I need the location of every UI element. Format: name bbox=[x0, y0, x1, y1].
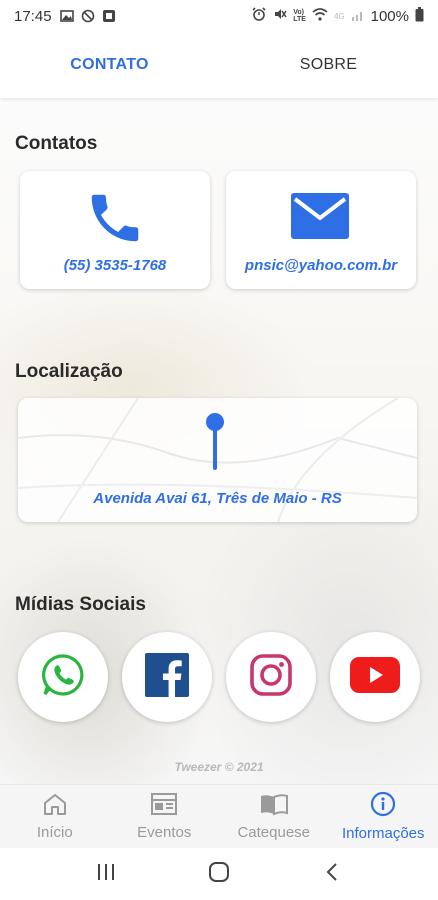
facebook-button[interactable] bbox=[122, 632, 212, 722]
network-label: 4G bbox=[333, 11, 345, 21]
instagram-icon bbox=[249, 653, 293, 702]
home-icon bbox=[42, 792, 68, 824]
gallery-icon bbox=[59, 9, 74, 23]
signal-icon bbox=[351, 8, 365, 25]
nav-catequese-label: Catequese bbox=[237, 824, 311, 841]
mute-icon bbox=[273, 7, 287, 25]
home-button[interactable] bbox=[199, 854, 239, 894]
tab-contato[interactable]: CONTATO bbox=[0, 32, 219, 98]
block-icon bbox=[81, 9, 95, 23]
nav-catequese[interactable]: Catequese bbox=[219, 785, 329, 848]
nav-informacoes[interactable]: Informações bbox=[329, 785, 438, 848]
mail-icon bbox=[289, 191, 351, 246]
tab-sobre[interactable]: SOBRE bbox=[219, 32, 438, 98]
alarm-icon bbox=[251, 7, 267, 25]
calendar-icon bbox=[150, 792, 178, 824]
email-address[interactable]: pnsic@yahoo.com.br bbox=[226, 257, 416, 274]
phone-card[interactable]: (55) 3535-1768 bbox=[20, 171, 210, 289]
phone-number[interactable]: (55) 3535-1768 bbox=[20, 257, 210, 274]
whatsapp-button[interactable] bbox=[18, 632, 108, 722]
top-tabs: CONTATO SOBRE bbox=[0, 32, 438, 98]
nav-informacoes-label: Informações bbox=[341, 825, 425, 842]
bottom-navigation: Início Eventos Catequese Informações bbox=[0, 784, 438, 848]
back-arrow-icon bbox=[325, 862, 339, 887]
info-icon bbox=[370, 791, 396, 825]
system-navigation bbox=[0, 848, 438, 900]
recent-apps-icon bbox=[96, 863, 116, 886]
youtube-icon bbox=[350, 656, 400, 698]
location-title: Localização bbox=[15, 361, 123, 382]
copyright-text: Tweezer © 2021 bbox=[174, 760, 264, 774]
status-bar: 17:45 Vo) LTE 4G 100% bbox=[0, 0, 438, 32]
instagram-button[interactable] bbox=[226, 632, 316, 722]
book-icon bbox=[259, 792, 289, 824]
nav-inicio-label: Início bbox=[36, 824, 73, 841]
social-title: Mídias Sociais bbox=[15, 594, 146, 615]
nav-eventos-label: Eventos bbox=[137, 824, 192, 841]
nav-eventos[interactable]: Eventos bbox=[110, 785, 220, 848]
status-time: 17:45 bbox=[14, 7, 52, 25]
back-button[interactable] bbox=[312, 854, 352, 894]
phone-icon bbox=[84, 187, 146, 254]
facebook-icon bbox=[145, 652, 189, 702]
whatsapp-icon bbox=[40, 652, 86, 703]
location-card[interactable]: Avenida Avai 61, Três de Maio - RS bbox=[18, 398, 417, 522]
email-card[interactable]: pnsic@yahoo.com.br bbox=[226, 171, 416, 289]
battery-percent: 100% bbox=[370, 7, 409, 25]
battery-icon bbox=[415, 6, 424, 26]
recent-apps-button[interactable] bbox=[86, 854, 126, 894]
contacts-title: Contatos bbox=[15, 133, 98, 154]
app-notification-icon bbox=[102, 9, 116, 23]
location-address[interactable]: Avenida Avai 61, Três de Maio - RS bbox=[18, 490, 417, 507]
home-circle-icon bbox=[208, 861, 230, 888]
status-right: Vo) LTE 4G 100% bbox=[251, 6, 424, 26]
wifi-icon bbox=[312, 7, 328, 25]
nav-inicio[interactable]: Início bbox=[0, 785, 110, 848]
volte-icon: Vo) LTE bbox=[293, 9, 306, 23]
youtube-button[interactable] bbox=[330, 632, 420, 722]
map-pin-icon bbox=[204, 412, 226, 475]
